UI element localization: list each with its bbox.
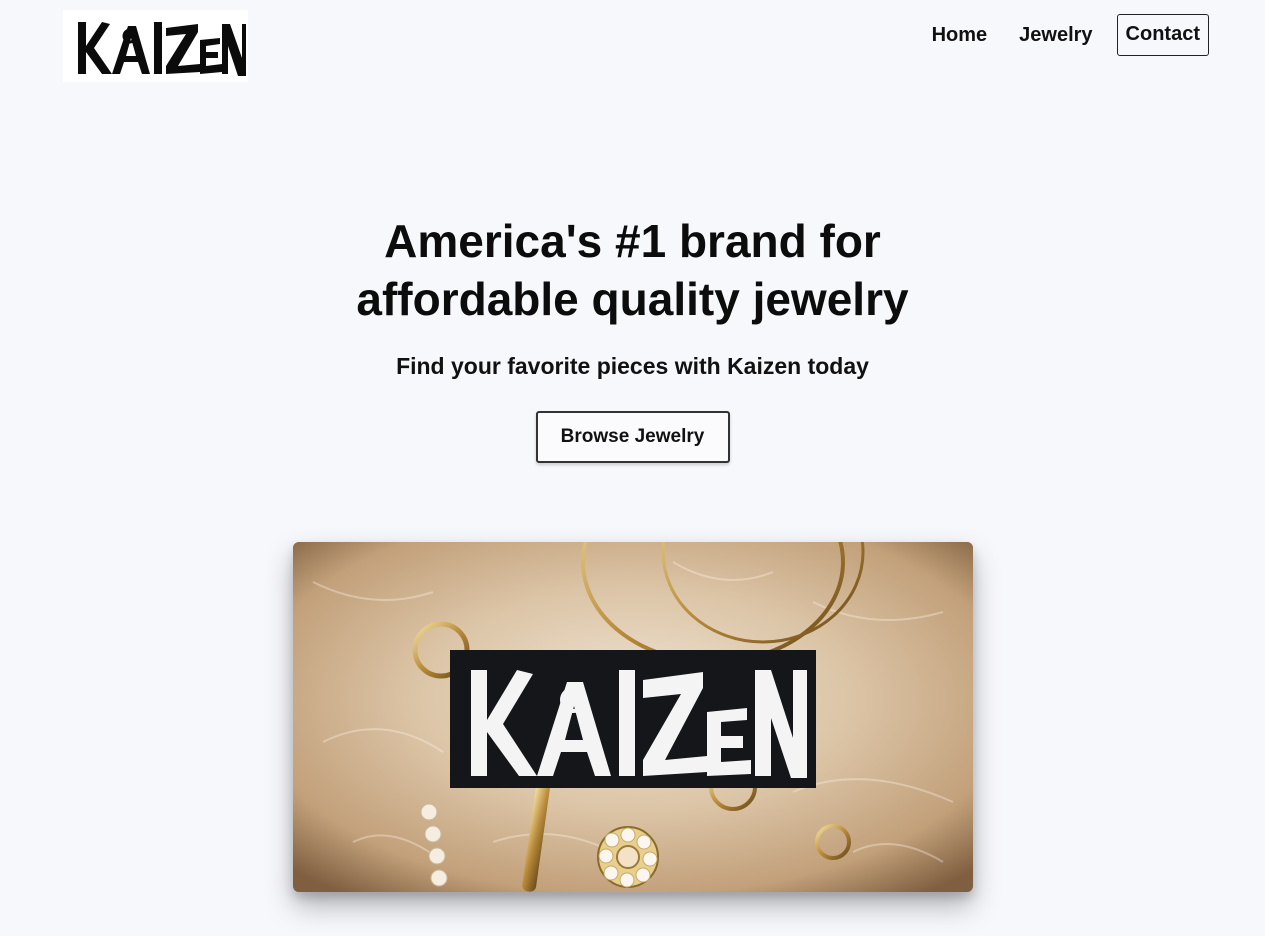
main-nav: Home Jewelry Contact [916, 14, 1209, 56]
logo[interactable] [63, 10, 248, 82]
hero-title: America's #1 brand for affordable qualit… [356, 215, 909, 325]
page: Home Jewelry Contact America's #1 brand … [0, 0, 1265, 936]
jewelry-photo-icon [293, 542, 973, 892]
hero-section: America's #1 brand for affordable qualit… [0, 212, 1265, 463]
kaizen-logo-icon [77, 22, 246, 76]
hero-subtitle: Find your favorite pieces with Kaizen to… [396, 353, 869, 379]
browse-jewelry-button[interactable]: Browse Jewelry [535, 411, 730, 463]
nav-home-link[interactable]: Home [916, 14, 1004, 56]
nav-contact-button[interactable]: Contact [1116, 14, 1209, 56]
nav-jewelry-link[interactable]: Jewelry [1003, 14, 1108, 56]
featured-jewelry-image [293, 542, 973, 892]
